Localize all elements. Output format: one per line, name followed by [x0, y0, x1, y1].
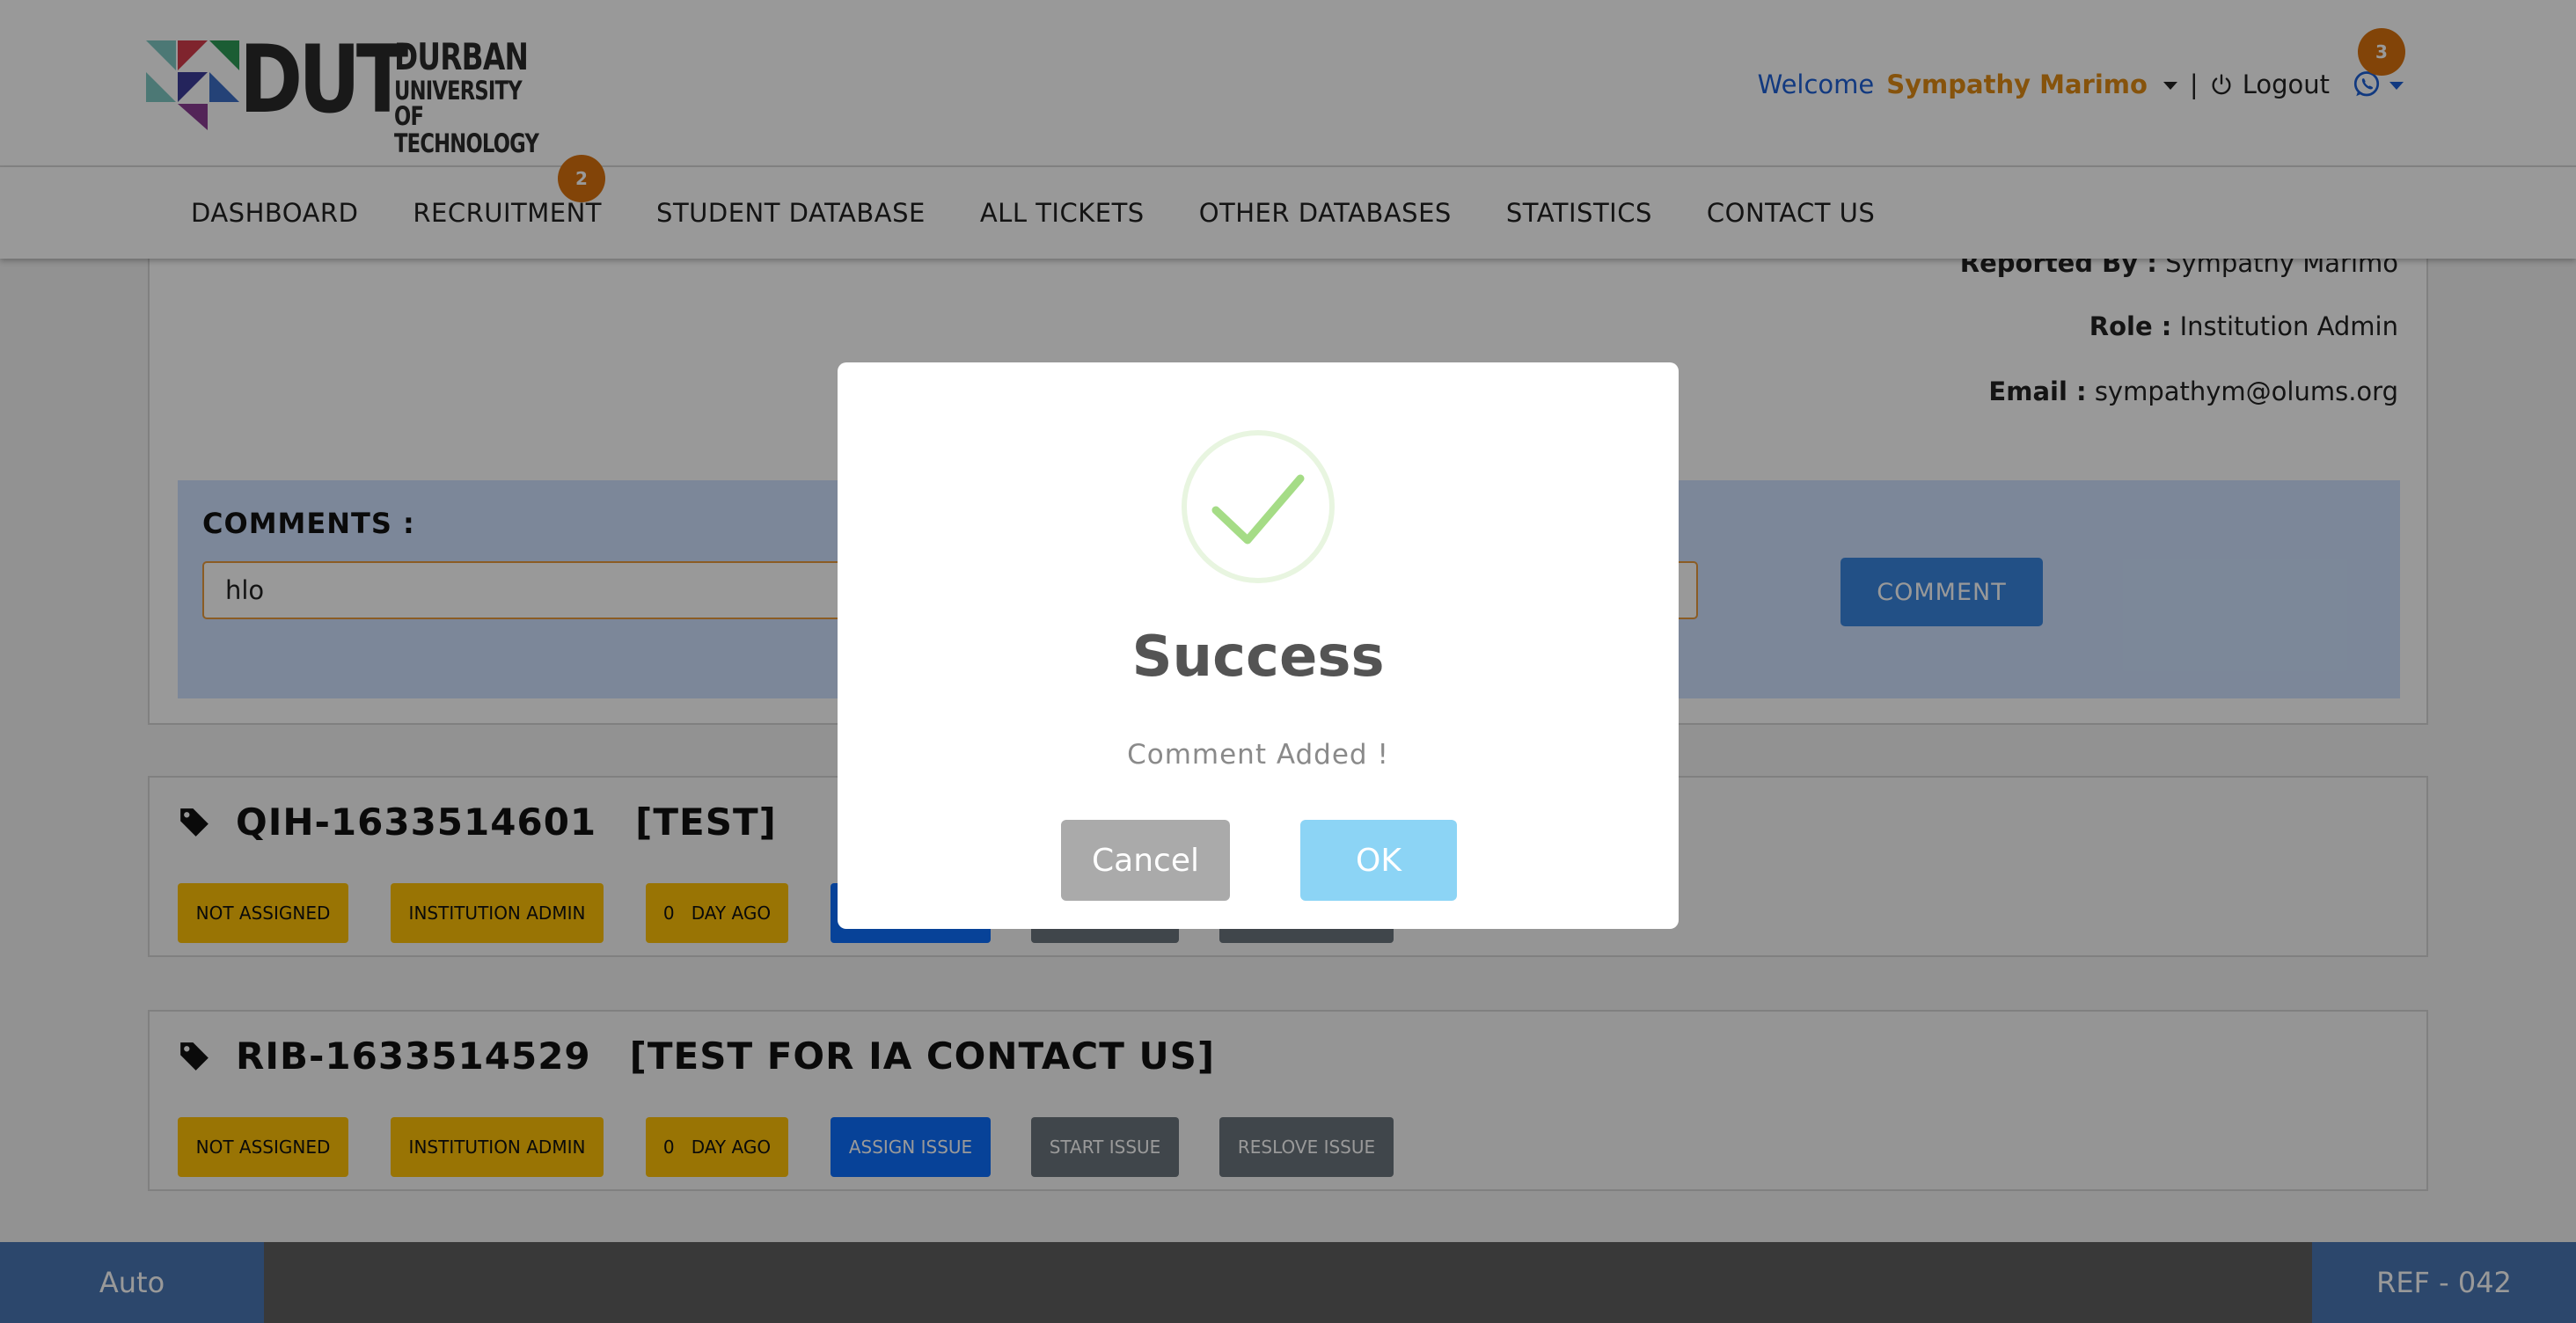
dialog-title: Success: [1131, 625, 1385, 690]
cancel-button[interactable]: Cancel: [1061, 820, 1230, 901]
dialog-message: Comment Added !: [1127, 739, 1389, 771]
success-check-icon: [1182, 430, 1335, 583]
success-dialog: Success Comment Added ! Cancel OK: [838, 362, 1679, 929]
ok-button[interactable]: OK: [1300, 820, 1457, 901]
